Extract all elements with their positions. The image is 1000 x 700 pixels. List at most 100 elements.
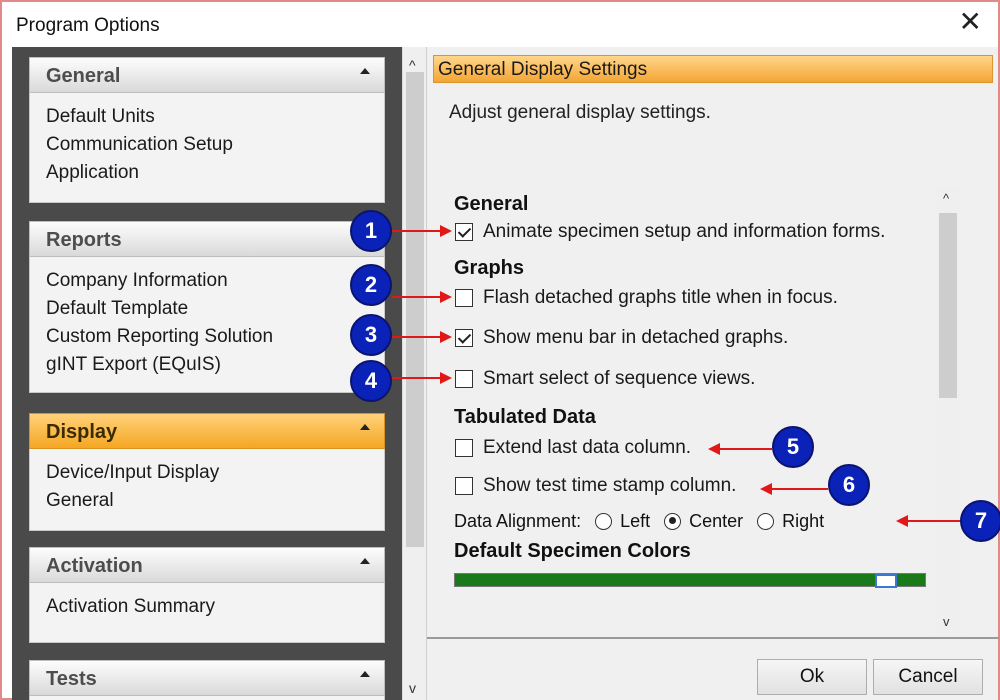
extend-column-label: Extend last data column. (483, 437, 692, 458)
nav-group-general: General Default Units Communication Setu… (29, 57, 385, 203)
nav-group-activation: Activation Activation Summary (29, 547, 385, 643)
annotation-badge-1: 1 (350, 210, 392, 252)
annotation-arrowhead (440, 331, 452, 343)
option-extend-column[interactable]: Extend last data column. (455, 436, 691, 460)
radio-center[interactable] (664, 512, 682, 530)
nav-group-title: Display (46, 421, 118, 443)
annotation-arrowhead (440, 291, 452, 303)
chevron-down-icon[interactable]: v (409, 680, 416, 696)
nav-item-application[interactable]: Application (46, 159, 384, 187)
collapse-icon[interactable] (360, 671, 370, 677)
collapse-icon[interactable] (360, 424, 370, 430)
chevron-up-icon[interactable]: ^ (943, 191, 949, 206)
nav-group-header-tests[interactable]: Tests (29, 660, 385, 696)
heading-general: General (454, 193, 529, 215)
annotation-arrow (772, 488, 828, 490)
radio-left[interactable] (595, 512, 613, 530)
navigation-scrollbar[interactable]: ^ v (402, 47, 426, 700)
nav-group-header-display[interactable]: Display (29, 413, 385, 449)
nav-item-gint-export[interactable]: gINT Export (EQuIS) (46, 351, 384, 379)
annotation-arrowhead (708, 443, 720, 455)
annotation-arrow (392, 296, 442, 298)
section-title: General Display Settings (438, 59, 648, 80)
nav-group-title: Reports (46, 229, 122, 251)
nav-item-default-template[interactable]: Default Template (46, 295, 384, 323)
window-title: Program Options (16, 15, 160, 36)
nav-group-body (29, 696, 385, 700)
annotation-badge-5: 5 (772, 426, 814, 468)
annotation-arrowhead (760, 483, 772, 495)
nav-group-header-reports[interactable]: Reports (29, 221, 385, 257)
flash-title-label: Flash detached graphs title when in focu… (483, 287, 838, 308)
nav-group-body: Company Information Default Template Cus… (29, 257, 385, 393)
divider (427, 637, 999, 639)
time-stamp-checkbox[interactable] (455, 477, 473, 495)
nav-item-device-input-display[interactable]: Device/Input Display (46, 459, 384, 487)
annotation-arrow (392, 230, 442, 232)
section-description: Adjust general display settings. (449, 102, 711, 123)
annotation-arrow (908, 520, 960, 522)
nav-item-communication-setup[interactable]: Communication Setup (46, 131, 384, 159)
nav-group-title: Tests (46, 668, 97, 690)
heading-tabulated-data: Tabulated Data (454, 406, 596, 428)
nav-group-title: General (46, 65, 121, 87)
extend-column-checkbox[interactable] (455, 439, 473, 457)
annotation-arrowhead (440, 372, 452, 384)
annotation-arrowhead (440, 225, 452, 237)
scrollbar-thumb[interactable] (939, 213, 957, 398)
chevron-down-icon[interactable]: v (943, 614, 950, 629)
close-icon[interactable]: ✕ (959, 8, 982, 36)
nav-item-default-units[interactable]: Default Units (46, 103, 384, 131)
animate-checkbox[interactable] (455, 223, 473, 241)
radio-center-label: Center (689, 510, 744, 531)
annotation-badge-7: 7 (960, 500, 1000, 542)
settings-scrollbar[interactable]: ^ v (935, 187, 961, 633)
nav-group-display: Display Device/Input Display General (29, 413, 385, 531)
nav-group-body: Activation Summary (29, 583, 385, 643)
title-bar: Program Options ✕ (2, 2, 998, 46)
heading-default-specimen-colors: Default Specimen Colors (454, 540, 691, 562)
scrollbar-thumb[interactable] (406, 72, 424, 547)
specimen-color-strip[interactable] (454, 573, 926, 588)
smart-select-checkbox[interactable] (455, 370, 473, 388)
nav-item-activation-summary[interactable]: Activation Summary (46, 593, 384, 621)
annotation-arrow (392, 377, 442, 379)
heading-graphs: Graphs (454, 257, 525, 279)
smart-select-label: Smart select of sequence views. (483, 368, 756, 389)
section-header: General Display Settings (433, 55, 993, 83)
option-smart-select[interactable]: Smart select of sequence views. (455, 367, 755, 391)
nav-group-title: Activation (46, 555, 143, 577)
menu-bar-checkbox[interactable] (455, 329, 473, 347)
data-alignment-row: Data Alignment: Left Center Right (454, 509, 824, 533)
nav-group-header-activation[interactable]: Activation (29, 547, 385, 583)
chevron-up-icon[interactable]: ^ (409, 57, 416, 73)
radio-right[interactable] (757, 512, 775, 530)
nav-group-tests: Tests (29, 660, 385, 700)
nav-item-custom-reporting-solution[interactable]: Custom Reporting Solution (46, 323, 384, 351)
nav-item-general-display[interactable]: General (46, 487, 384, 515)
nav-group-header-general[interactable]: General (29, 57, 385, 93)
radio-left-label: Left (620, 510, 651, 531)
annotation-arrow (392, 336, 442, 338)
option-time-stamp[interactable]: Show test time stamp column. (455, 474, 736, 498)
settings-panel: General Display Settings Adjust general … (426, 47, 999, 700)
option-menu-bar[interactable]: Show menu bar in detached graphs. (455, 326, 788, 350)
cancel-button[interactable]: Cancel (873, 659, 983, 695)
color-swatch[interactable] (875, 574, 897, 588)
option-animate[interactable]: Animate specimen setup and information f… (455, 220, 885, 244)
time-stamp-label: Show test time stamp column. (483, 475, 737, 496)
radio-right-label: Right (782, 510, 825, 531)
annotation-arrowhead (896, 515, 908, 527)
nav-group-reports: Reports Company Information Default Temp… (29, 221, 385, 393)
flash-title-checkbox[interactable] (455, 289, 473, 307)
nav-item-company-information[interactable]: Company Information (46, 267, 384, 295)
collapse-icon[interactable] (360, 68, 370, 74)
annotation-badge-6: 6 (828, 464, 870, 506)
option-flash-title[interactable]: Flash detached graphs title when in focu… (455, 286, 838, 310)
nav-group-body: Device/Input Display General (29, 449, 385, 531)
program-options-window: Program Options ✕ General Default Units … (0, 0, 1000, 700)
nav-group-body: Default Units Communication Setup Applic… (29, 93, 385, 203)
ok-button[interactable]: Ok (757, 659, 867, 695)
animate-label: Animate specimen setup and information f… (483, 221, 886, 242)
collapse-icon[interactable] (360, 558, 370, 564)
